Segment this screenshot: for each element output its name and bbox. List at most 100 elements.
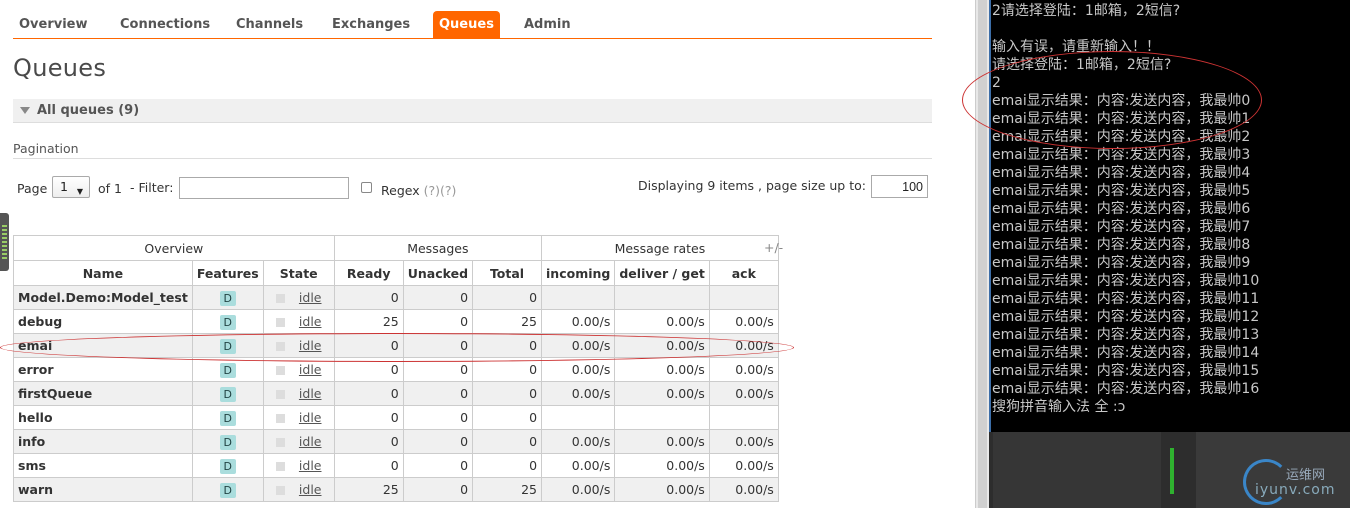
table-row[interactable]: Model.Demo:Model_test Didle 0 0 0 <box>13 285 779 310</box>
tab-queues[interactable]: Queues <box>433 11 500 38</box>
queue-name-link[interactable]: emai <box>13 333 193 358</box>
console-line: emai显示结果：内容:发送内容，我最帅4 <box>992 165 1251 181</box>
col-total[interactable]: Total <box>472 260 543 286</box>
state-indicator-icon <box>275 486 285 495</box>
ack-rate-cell: 0.00/s <box>708 357 779 382</box>
table-row[interactable]: debug Didle 25 0 25 0.00/s 0.00/s 0.00/s <box>13 309 779 334</box>
page-size-input[interactable] <box>871 175 928 198</box>
durable-badge: D <box>219 410 236 426</box>
regex-help-link[interactable]: (?)(?) <box>424 183 457 198</box>
features-cell: D <box>191 429 264 454</box>
scrollbar-thumb[interactable] <box>978 0 987 508</box>
page-count-label: of 1 <box>98 181 122 196</box>
console-line: emai显示结果：内容:发送内容，我最帅10 <box>992 273 1260 289</box>
features-cell: D <box>191 381 264 406</box>
queue-name-link[interactable]: sms <box>13 453 193 478</box>
features-cell: D <box>191 453 264 478</box>
tab-overview[interactable]: Overview <box>13 14 94 38</box>
table-row[interactable]: firstQueue Didle 0 0 0 0.00/s 0.00/s 0.00/s <box>13 381 779 406</box>
unacked-cell: 0 <box>402 453 474 478</box>
regex-label: Regex (?)(?) <box>381 183 456 198</box>
state-text: idle <box>298 434 322 449</box>
incoming-rate-cell: 0.00/s <box>541 453 616 478</box>
ack-rate-cell: 0.00/s <box>708 381 779 406</box>
ready-cell: 0 <box>333 429 404 454</box>
total-cell: 0 <box>472 357 543 382</box>
ack-rate-cell <box>708 405 779 430</box>
col-state[interactable]: State <box>262 260 335 286</box>
all-queues-section-toggle[interactable]: All queues (9) <box>13 99 932 123</box>
queue-name-link[interactable]: firstQueue <box>13 381 193 406</box>
console-line: 2 <box>992 75 1001 91</box>
console-line: 请选择登陆：1邮箱，2短信? <box>992 57 1172 73</box>
regex-checkbox[interactable] <box>361 182 372 193</box>
console-line: emai显示结果：内容:发送内容，我最帅0 <box>992 93 1251 109</box>
queue-name-link[interactable]: debug <box>13 309 193 334</box>
filter-input[interactable] <box>179 177 349 199</box>
deliver-rate-cell <box>614 405 710 430</box>
unacked-cell: 0 <box>402 405 474 430</box>
tab-channels[interactable]: Channels <box>230 14 309 38</box>
queue-name-link[interactable]: hello <box>13 405 193 430</box>
table-row[interactable]: warn Didle 25 0 25 0.00/s 0.00/s 0.00/s <box>13 477 779 502</box>
console-line: emai显示结果：内容:发送内容，我最帅14 <box>992 345 1260 361</box>
state-text: idle <box>298 410 322 425</box>
total-cell: 0 <box>472 285 543 310</box>
queue-name-link[interactable]: warn <box>13 477 193 502</box>
queue-name-link[interactable]: error <box>13 357 193 382</box>
collapse-triangle-icon <box>20 107 30 114</box>
col-ack[interactable]: ack <box>708 260 779 286</box>
ready-cell: 0 <box>333 405 404 430</box>
tab-connections[interactable]: Connections <box>114 14 216 38</box>
group-messages: Messages <box>333 235 543 261</box>
console-line: emai显示结果：内容:发送内容，我最帅1 <box>992 111 1251 127</box>
console-line: emai显示结果：内容:发送内容，我最帅12 <box>992 309 1260 325</box>
page-select-value: 1 <box>60 179 68 194</box>
queue-name-link[interactable]: Model.Demo:Model_test <box>13 285 193 310</box>
queue-name-link[interactable]: info <box>13 429 193 454</box>
state-indicator-icon <box>275 414 285 423</box>
ready-cell: 25 <box>333 309 404 334</box>
tab-admin[interactable]: Admin <box>518 14 577 38</box>
column-toggle-link[interactable]: +/- <box>764 240 783 255</box>
state-cell: idle <box>262 477 335 502</box>
state-indicator-icon <box>275 462 285 471</box>
col-unacked[interactable]: Unacked <box>402 260 474 286</box>
total-cell: 25 <box>472 477 543 502</box>
side-panel-handle[interactable] <box>0 213 9 271</box>
table-row[interactable]: sms Didle 0 0 0 0.00/s 0.00/s 0.00/s <box>13 453 779 478</box>
deliver-rate-cell: 0.00/s <box>614 381 710 406</box>
features-cell: D <box>191 309 264 334</box>
group-message-rates: Message rates <box>541 235 779 261</box>
state-indicator-icon <box>275 318 285 327</box>
table-row[interactable]: hello Didle 0 0 0 <box>13 405 779 430</box>
tab-exchanges[interactable]: Exchanges <box>326 14 416 38</box>
state-indicator-icon <box>275 294 285 303</box>
console-line: emai显示结果：内容:发送内容，我最帅3 <box>992 147 1251 163</box>
taskbar-panel <box>993 432 1161 508</box>
console-line: emai显示结果：内容:发送内容，我最帅15 <box>992 363 1260 379</box>
col-deliver-get[interactable]: deliver / get <box>614 260 710 286</box>
table-row[interactable]: error Didle 0 0 0 0.00/s 0.00/s 0.00/s <box>13 357 779 382</box>
col-features: Features <box>191 260 264 286</box>
table-row[interactable]: emai Didle 0 0 0 0.00/s 0.00/s 0.00/s <box>13 333 779 358</box>
ack-rate-cell <box>708 285 779 310</box>
durable-badge: D <box>219 386 236 402</box>
table-row[interactable]: info Didle 0 0 0 0.00/s 0.00/s 0.00/s <box>13 429 779 454</box>
col-ready[interactable]: Ready <box>333 260 404 286</box>
total-cell: 0 <box>472 429 543 454</box>
durable-badge: D <box>219 290 236 306</box>
console-line: emai显示结果：内容:发送内容，我最帅11 <box>992 291 1260 307</box>
deliver-rate-cell: 0.00/s <box>614 309 710 334</box>
state-text: idle <box>298 338 322 353</box>
grip-icon <box>2 225 7 259</box>
col-name[interactable]: Name <box>13 260 193 286</box>
chevron-down-icon: ▼ <box>76 187 83 196</box>
displaying-items-text: Displaying 9 items , page size up to: <box>638 178 866 193</box>
unacked-cell: 0 <box>402 477 474 502</box>
state-text: idle <box>298 482 322 497</box>
col-incoming[interactable]: incoming <box>541 260 616 286</box>
page-select[interactable]: 1 ▼ <box>52 176 90 198</box>
page-scrollbar[interactable] <box>975 0 989 508</box>
filter-label: - Filter: <box>130 180 174 195</box>
